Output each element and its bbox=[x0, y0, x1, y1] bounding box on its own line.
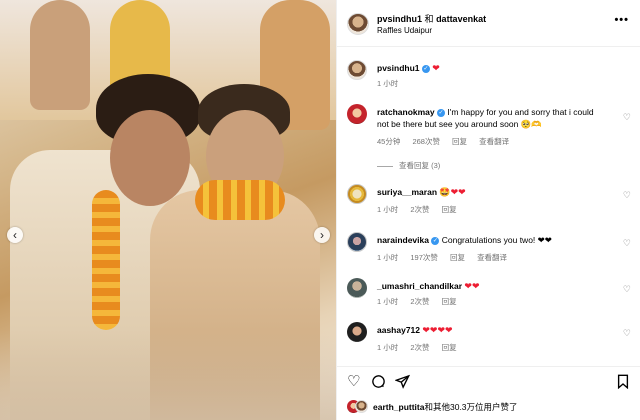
comment-time: 1 小时 bbox=[377, 343, 399, 352]
verified-badge-icon: ✓ bbox=[437, 108, 446, 117]
reply-button[interactable]: 回复 bbox=[442, 297, 457, 306]
comment-likes[interactable]: 2次赞 bbox=[410, 205, 429, 214]
comment-meta: 1 小时 2次赞 回复 bbox=[377, 296, 467, 307]
caption-meta: 1 小时 bbox=[377, 78, 408, 89]
comment-time: 45分钟 bbox=[377, 137, 401, 146]
comment-username[interactable]: ratchanokmay bbox=[377, 107, 435, 117]
post-header: pvsindhu1 和 dattavenkat Raffles Udaipur … bbox=[337, 0, 640, 47]
comment-meta: 1 小时 2次赞 回复 bbox=[377, 204, 467, 215]
comment-like-heart-icon[interactable]: ♡ bbox=[623, 284, 631, 295]
comment-like-heart-icon[interactable]: ♡ bbox=[623, 328, 631, 339]
bookmark-icon[interactable] bbox=[616, 374, 630, 392]
comment-meta: 1 小时 2次赞 回复 bbox=[377, 342, 467, 353]
comment-icon[interactable] bbox=[371, 374, 386, 392]
caption-avatar[interactable] bbox=[347, 60, 367, 80]
likes-username[interactable]: earth_puttita bbox=[373, 402, 424, 412]
see-translation-button[interactable]: 查看翻译 bbox=[477, 253, 507, 262]
comment-body: aashay712 ❤❤❤❤ bbox=[377, 324, 607, 336]
caption-line: pvsindhu1 ✓ ❤ bbox=[377, 62, 607, 74]
reply-button[interactable]: 回复 bbox=[450, 253, 465, 262]
comment-like-heart-icon[interactable]: ♡ bbox=[623, 190, 631, 201]
like-heart-icon[interactable]: ♡ bbox=[347, 374, 360, 389]
more-options-icon[interactable]: ••• bbox=[614, 14, 629, 26]
likes-count-text: 和其他30.3万位用户赞了 bbox=[424, 402, 518, 412]
author-joiner: 和 bbox=[424, 14, 434, 24]
share-plane-icon[interactable] bbox=[394, 374, 411, 392]
likes-text[interactable]: earth_puttita和其他30.3万位用户赞了 bbox=[373, 401, 518, 413]
comment-like-heart-icon[interactable]: ♡ bbox=[623, 112, 631, 123]
comment-text: ❤❤ bbox=[464, 281, 480, 291]
comment-body: naraindevika ✓ Congratulations you two! … bbox=[377, 234, 607, 246]
comment-text: ❤❤❤❤ bbox=[422, 325, 453, 335]
see-translation-button[interactable]: 查看翻译 bbox=[479, 137, 509, 146]
comment-avatar[interactable] bbox=[347, 104, 367, 124]
comment-username[interactable]: naraindevika bbox=[377, 235, 429, 245]
comment-avatar[interactable] bbox=[347, 232, 367, 252]
post-side-panel: pvsindhu1 和 dattavenkat Raffles Udaipur … bbox=[336, 0, 640, 420]
comment-body: _umashri_chandilkar ❤❤ bbox=[377, 280, 607, 292]
reply-button[interactable]: 回复 bbox=[452, 137, 467, 146]
post-actions-bar: ♡ bbox=[337, 366, 640, 396]
comment-username[interactable]: _umashri_chandilkar bbox=[377, 281, 462, 291]
comment-username[interactable]: aashay712 bbox=[377, 325, 420, 335]
photo-guest bbox=[30, 0, 90, 110]
post-authors: pvsindhu1 和 dattavenkat bbox=[377, 12, 486, 25]
comment-meta: 45分钟 268次赞 回复 查看翻译 bbox=[377, 136, 519, 147]
verified-badge-icon: ✓ bbox=[421, 64, 430, 73]
photo-groom-face bbox=[110, 110, 190, 206]
comment-time: 1 小时 bbox=[377, 297, 399, 306]
comment-body: ratchanokmay ✓ I'm happy for you and sor… bbox=[377, 106, 607, 130]
comment-text: Congratulations you two! ❤❤ bbox=[441, 235, 552, 245]
comment-avatar[interactable] bbox=[347, 322, 367, 342]
location-link[interactable]: Raffles Udaipur bbox=[377, 26, 432, 35]
comment-avatar[interactable] bbox=[347, 184, 367, 204]
view-replies-button[interactable]: 查看回复 (3) bbox=[377, 160, 440, 171]
comment-text: 🤩❤❤ bbox=[439, 187, 466, 197]
carousel-prev-button[interactable]: ‹ bbox=[7, 227, 23, 243]
post-photo: ‹ › bbox=[0, 0, 336, 420]
view-replies-divider bbox=[377, 165, 393, 167]
comments-list: pvsindhu1 ✓ ❤ 1 小时 ratchanokmay ✓ I'm ha… bbox=[337, 48, 640, 366]
coauthor-username-link[interactable]: dattavenkat bbox=[436, 14, 486, 24]
caption-time: 1 小时 bbox=[377, 79, 399, 88]
view-replies-label: 查看回复 (3) bbox=[399, 161, 441, 170]
liker-avatar[interactable] bbox=[355, 400, 368, 413]
photo-garland bbox=[195, 180, 285, 220]
comment-time: 1 小时 bbox=[377, 205, 399, 214]
verified-badge-icon: ✓ bbox=[431, 236, 440, 245]
comment-likes[interactable]: 2次赞 bbox=[410, 343, 429, 352]
caption-username[interactable]: pvsindhu1 bbox=[377, 63, 420, 73]
comment-likes[interactable]: 2次赞 bbox=[410, 297, 429, 306]
reply-button[interactable]: 回复 bbox=[442, 205, 457, 214]
comment-username[interactable]: suriya__maran bbox=[377, 187, 437, 197]
comment-avatar[interactable] bbox=[347, 278, 367, 298]
comment-likes[interactable]: 268次赞 bbox=[412, 137, 440, 146]
carousel-next-button[interactable]: › bbox=[314, 227, 330, 243]
author-avatar[interactable] bbox=[347, 13, 369, 35]
reply-button[interactable]: 回复 bbox=[442, 343, 457, 352]
comment-likes[interactable]: 197次赞 bbox=[410, 253, 438, 262]
likes-summary: earth_puttita和其他30.3万位用户赞了 bbox=[337, 396, 640, 420]
comment-meta: 1 小时 197次赞 回复 查看翻译 bbox=[377, 252, 517, 263]
comment-like-heart-icon[interactable]: ♡ bbox=[623, 238, 631, 249]
caption-text: ❤ bbox=[432, 63, 440, 73]
comment-body: suriya__maran 🤩❤❤ bbox=[377, 186, 607, 198]
photo-garland bbox=[92, 190, 120, 330]
comment-time: 1 小时 bbox=[377, 253, 399, 262]
author-username-link[interactable]: pvsindhu1 bbox=[377, 14, 422, 24]
photo-foreground bbox=[0, 330, 336, 420]
